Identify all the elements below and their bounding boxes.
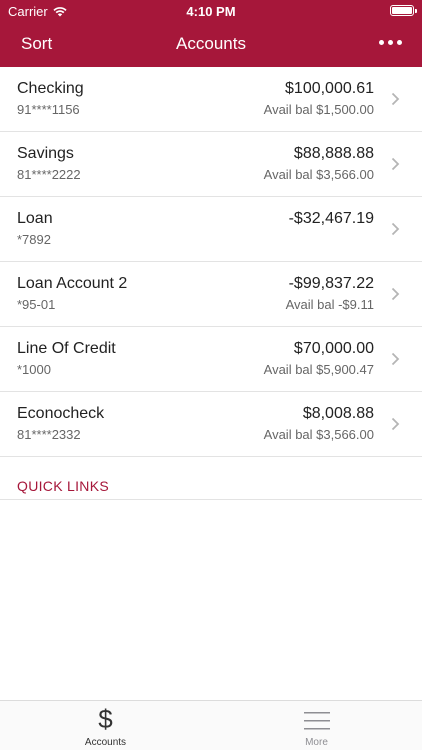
account-balance: $8,008.88 <box>302 405 374 422</box>
tab-bar: $ Accounts More <box>0 700 422 750</box>
account-balance: $88,888.88 <box>293 145 374 162</box>
account-row-loan[interactable]: Loan *7892 -$32,467.19 <box>0 197 422 262</box>
account-number: 81****2332 <box>17 427 81 442</box>
account-name: Loan <box>17 210 53 227</box>
account-row-savings[interactable]: Savings 81****2222 $88,888.88 Avail bal … <box>0 132 422 197</box>
account-available-balance: Avail bal $3,566.00 <box>263 427 374 442</box>
account-balance: $70,000.00 <box>293 340 374 357</box>
quick-links-heading: QUICK LINKS <box>17 478 109 494</box>
account-name: Savings <box>17 145 74 162</box>
account-available-balance: Avail bal $1,500.00 <box>263 102 374 117</box>
account-available-balance: Avail bal -$9.11 <box>285 297 374 312</box>
hamburger-icon <box>303 712 330 730</box>
chevron-right-icon <box>391 157 400 171</box>
account-available-balance: Avail bal $3,566.00 <box>263 167 374 182</box>
chevron-right-icon <box>391 92 400 106</box>
account-row-checking[interactable]: Checking 91****1156 $100,000.61 Avail ba… <box>0 67 422 132</box>
account-row-line-of-credit[interactable]: Line Of Credit *1000 $70,000.00 Avail ba… <box>0 327 422 392</box>
ellipsis-icon[interactable] <box>379 40 402 45</box>
chevron-right-icon <box>391 287 400 301</box>
chevron-right-icon <box>391 352 400 366</box>
navbar: Sort Accounts <box>0 24 422 67</box>
tab-accounts[interactable]: $ Accounts <box>0 701 211 750</box>
accounts-list: Checking 91****1156 $100,000.61 Avail ba… <box>0 67 422 457</box>
status-time: 4:10 PM <box>186 4 236 19</box>
account-row-econocheck[interactable]: Econocheck 81****2332 $8,008.88 Avail ba… <box>0 392 422 457</box>
account-balance: -$32,467.19 <box>288 210 374 227</box>
tab-more[interactable]: More <box>211 701 422 750</box>
account-balance: -$99,837.22 <box>288 275 374 292</box>
chevron-right-icon <box>391 222 400 236</box>
account-name: Econocheck <box>17 405 105 422</box>
page-title: Accounts <box>176 34 246 53</box>
chevron-right-icon <box>391 417 400 431</box>
tab-more-label: More <box>305 737 328 748</box>
account-row-loan-account-2[interactable]: Loan Account 2 *95-01 -$99,837.22 Avail … <box>0 262 422 327</box>
status-bar: Carrier 4:10 PM <box>0 0 422 24</box>
quick-links-section: QUICK LINKS <box>0 467 422 500</box>
account-name: Line Of Credit <box>17 340 116 357</box>
account-available-balance: Avail bal $5,900.47 <box>263 362 374 377</box>
tab-accounts-label: Accounts <box>84 737 127 748</box>
account-number: 91****1156 <box>17 102 80 117</box>
dollar-icon: $ <box>98 704 113 734</box>
account-number: *95-01 <box>17 297 56 312</box>
account-number: *7892 <box>17 232 51 247</box>
header: Carrier 4:10 PM Sort Accounts <box>0 0 422 67</box>
account-name: Loan Account 2 <box>17 275 128 292</box>
account-number: *1000 <box>17 362 51 377</box>
account-name: Checking <box>17 80 84 97</box>
account-number: 81****2222 <box>17 167 81 182</box>
sort-button[interactable]: Sort <box>21 34 52 54</box>
account-balance: $100,000.61 <box>285 80 374 97</box>
battery-icon <box>390 5 417 16</box>
